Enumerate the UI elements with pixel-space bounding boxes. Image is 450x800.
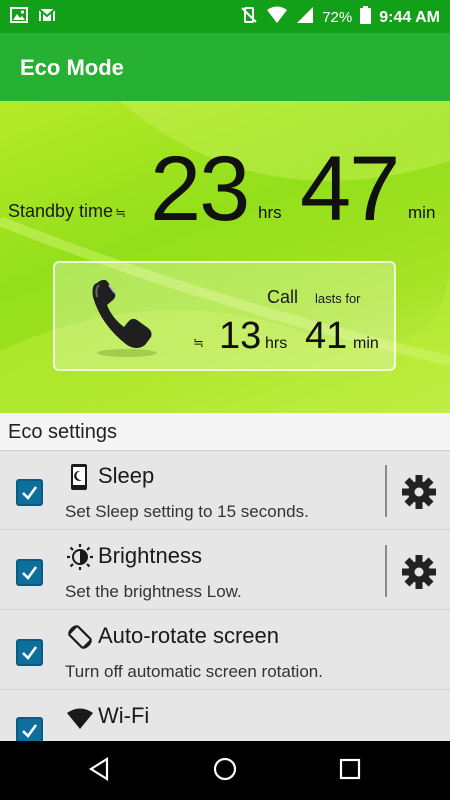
back-icon[interactable] [88,757,110,781]
signal-icon [296,6,314,29]
setting-row-sleep[interactable]: Sleep Set Sleep setting to 15 seconds. [0,451,450,530]
check-icon [22,566,38,580]
approx-symbol: ≒ [193,335,204,350]
setting-row-brightness[interactable]: Brightness Set the brightness Low. [0,531,450,610]
setting-title: Wi-Fi [98,703,150,728]
wifi-icon [67,708,93,729]
setting-subtitle: Set Sleep setting to 15 seconds. [65,502,309,521]
page-title: Eco Mode [20,55,124,80]
app-bar: Eco Mode [0,33,450,101]
divider [385,545,387,597]
standby-time-label: Standby time ≒ [8,201,126,221]
wifi-checkbox[interactable] [16,717,43,741]
vibrate-off-icon [240,6,258,29]
home-icon[interactable] [213,757,237,781]
check-icon [22,724,38,738]
setting-subtitle: Turn off automatic screen rotation. [65,662,323,681]
eco-hero-panel: Standby time ≒ 23 hrs 47 min Call lasts f… [0,101,450,413]
call-time-card: Call lasts for ≒ 13 hrs 41 min [53,261,396,371]
call-label: Call [267,287,299,307]
brightness-checkbox[interactable] [16,559,43,586]
check-icon [22,646,38,660]
setting-title: Sleep [98,463,155,488]
divider [385,465,387,517]
standby-hours: 23 [150,138,250,240]
call-hours-unit: hrs [265,335,288,352]
standby-minutes-unit: min [408,203,436,222]
auto-rotate-checkbox[interactable] [16,639,43,666]
image-icon [10,7,28,23]
sleep-checkbox[interactable] [16,479,43,506]
section-title: Eco settings [8,421,117,443]
gear-icon[interactable] [400,473,438,511]
wifi-icon [266,6,288,29]
clock: 9:44 AM [379,8,440,26]
brightness-icon [67,544,93,570]
navigation-bar [0,741,450,800]
sleep-phone-icon [71,464,87,490]
lasts-for-label: lasts for [315,291,361,306]
gear-icon[interactable] [400,553,438,591]
check-icon [22,486,38,500]
setting-subtitle: Set the brightness Low. [65,582,242,601]
setting-row-wifi[interactable]: Wi-Fi [0,691,450,741]
battery-percent: 72% [322,9,353,26]
call-minutes: 41 [305,315,348,357]
phone-handset-icon [92,279,157,357]
settings-list[interactable]: Sleep Set Sleep setting to 15 seconds. B… [0,451,450,741]
eco-settings-header: Eco settings [0,413,450,451]
standby-hours-unit: hrs [258,203,282,222]
call-hours: 13 [219,315,262,357]
setting-title: Brightness [98,543,202,568]
standby-minutes: 47 [300,138,400,240]
status-bar: 72% 9:44 AM [0,0,450,33]
rotate-icon [68,625,92,649]
setting-row-auto-rotate[interactable]: Auto-rotate screen Turn off automatic sc… [0,611,450,690]
setting-title: Auto-rotate screen [98,623,279,648]
call-minutes-unit: min [353,335,379,352]
battery-icon [360,6,372,29]
recents-icon[interactable] [339,757,361,781]
gmail-icon [38,7,56,23]
